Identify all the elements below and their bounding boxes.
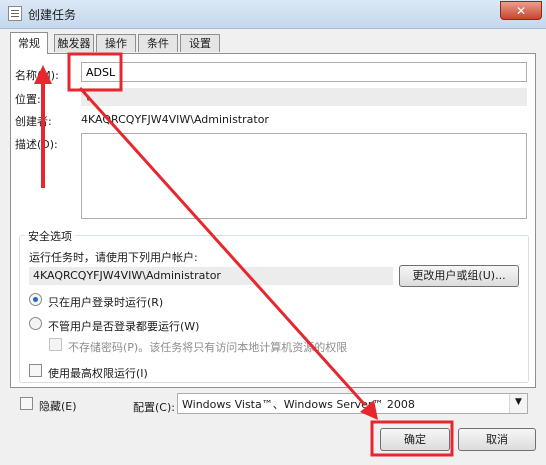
run-only-logged-on-radio[interactable] <box>29 293 42 306</box>
run-only-logged-on-label[interactable]: 只在用户登录时运行(R) <box>48 294 163 310</box>
configure-select-value: Windows Vista™、Windows Server™ 2008 <box>182 398 415 411</box>
location-value: \ <box>81 88 527 106</box>
description-label: 描述(D): <box>15 138 58 151</box>
hidden-checkbox[interactable] <box>20 397 33 410</box>
tab-conditions[interactable]: 条件 <box>138 34 178 52</box>
change-user-button[interactable]: 更改用户或组(U)... <box>399 265 519 287</box>
configure-select[interactable]: Windows Vista™、Windows Server™ 2008 ▼ <box>177 393 528 414</box>
no-store-password-label: 不存储密码(P)。该任务将只有访问本地计算机资源的权限 <box>68 341 348 354</box>
run-as-account-value: 4KAQRCQYFJW4VIW\Administrator <box>29 267 393 285</box>
run-as-label: 运行任务时，请使用下列用户帐户: <box>29 251 198 264</box>
location-label: 位置: <box>15 93 41 106</box>
create-task-dialog: 创建任务 ✕ 常规 触发器 操作 条件 设置 名称(M): 位置: \ 创建者:… <box>0 0 546 465</box>
configure-label: 配置(C): <box>133 401 175 414</box>
general-tab-panel: 名称(M): 位置: \ 创建者: 4KAQRCQYFJW4VIW\Admini… <box>10 53 536 388</box>
title-bar: 创建任务 ✕ <box>0 0 546 29</box>
run-whether-logged-on-label[interactable]: 不管用户是否登录都要运行(W) <box>48 318 199 334</box>
tab-settings[interactable]: 设置 <box>180 34 220 52</box>
hidden-label[interactable]: 隐藏(E) <box>39 398 77 414</box>
window-title: 创建任务 <box>28 8 77 22</box>
highest-privileges-label[interactable]: 使用最高权限运行(I) <box>48 365 148 381</box>
ok-button[interactable]: 确定 <box>380 428 450 451</box>
author-value: 4KAQRCQYFJW4VIW\Administrator <box>81 113 269 126</box>
task-document-icon <box>8 6 22 21</box>
name-label: 名称(M): <box>15 69 59 82</box>
chevron-down-icon: ▼ <box>509 394 527 413</box>
author-label: 创建者: <box>15 115 52 128</box>
security-options-title: 安全选项 <box>25 228 75 244</box>
highest-privileges-checkbox[interactable] <box>29 364 42 377</box>
tab-triggers[interactable]: 触发器 <box>54 34 94 52</box>
description-textarea[interactable] <box>81 133 527 219</box>
close-button[interactable]: ✕ <box>500 1 542 20</box>
tab-actions[interactable]: 操作 <box>96 34 136 52</box>
no-store-password-checkbox[interactable] <box>49 338 62 351</box>
run-whether-logged-on-radio[interactable] <box>29 317 42 330</box>
name-input[interactable] <box>81 62 527 82</box>
tab-general[interactable]: 常规 <box>10 32 48 54</box>
cancel-button[interactable]: 取消 <box>458 428 536 451</box>
